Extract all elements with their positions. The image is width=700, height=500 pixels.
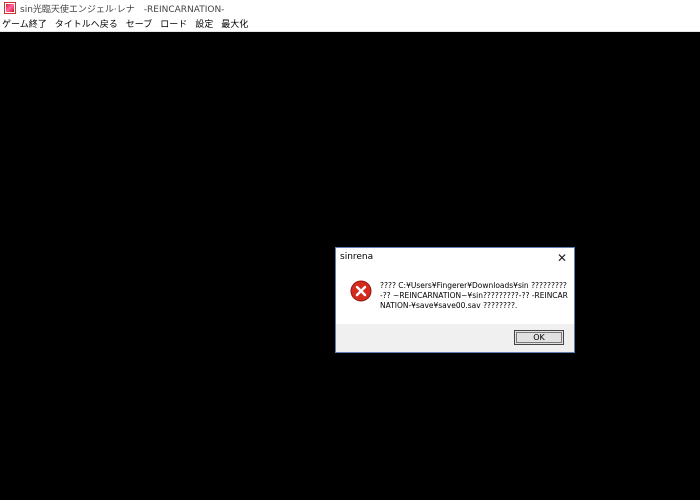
menu-item-save[interactable]: セーブ (122, 17, 156, 30)
dialog-title: sinrena (340, 252, 374, 262)
menu-item-settings[interactable]: 設定 (191, 17, 217, 30)
dialog-body: ???? C:¥Users¥Fingerer¥Downloads¥sin ???… (336, 268, 574, 324)
menu-item-maximize[interactable]: 最大化 (217, 17, 252, 30)
menu-item-quit[interactable]: ゲーム終了 (0, 17, 51, 30)
dialog-title-bar[interactable]: sinrena ✕ (336, 248, 574, 268)
menu-item-return-to-title[interactable]: タイトルへ戻る (51, 17, 122, 30)
close-icon[interactable]: ✕ (554, 250, 570, 266)
title-bar[interactable]: sin光臨天使エンジェル·レナ -REINCARNATION- (0, 0, 700, 16)
error-message: ???? C:¥Users¥Fingerer¥Downloads¥sin ???… (380, 281, 568, 310)
window-title: sin光臨天使エンジェル·レナ -REINCARNATION- (20, 4, 225, 15)
dialog-footer: OK (336, 324, 574, 352)
menu-item-load[interactable]: ロード (156, 17, 191, 30)
ok-button[interactable]: OK (514, 330, 564, 345)
app-icon (4, 2, 16, 14)
menu-bar: ゲーム終了 タイトルへ戻る セーブ ロード 設定 最大化 (0, 16, 700, 32)
error-icon (350, 280, 372, 302)
error-dialog: sinrena ✕ ???? C:¥Users¥Fingerer¥Downloa… (335, 247, 575, 353)
